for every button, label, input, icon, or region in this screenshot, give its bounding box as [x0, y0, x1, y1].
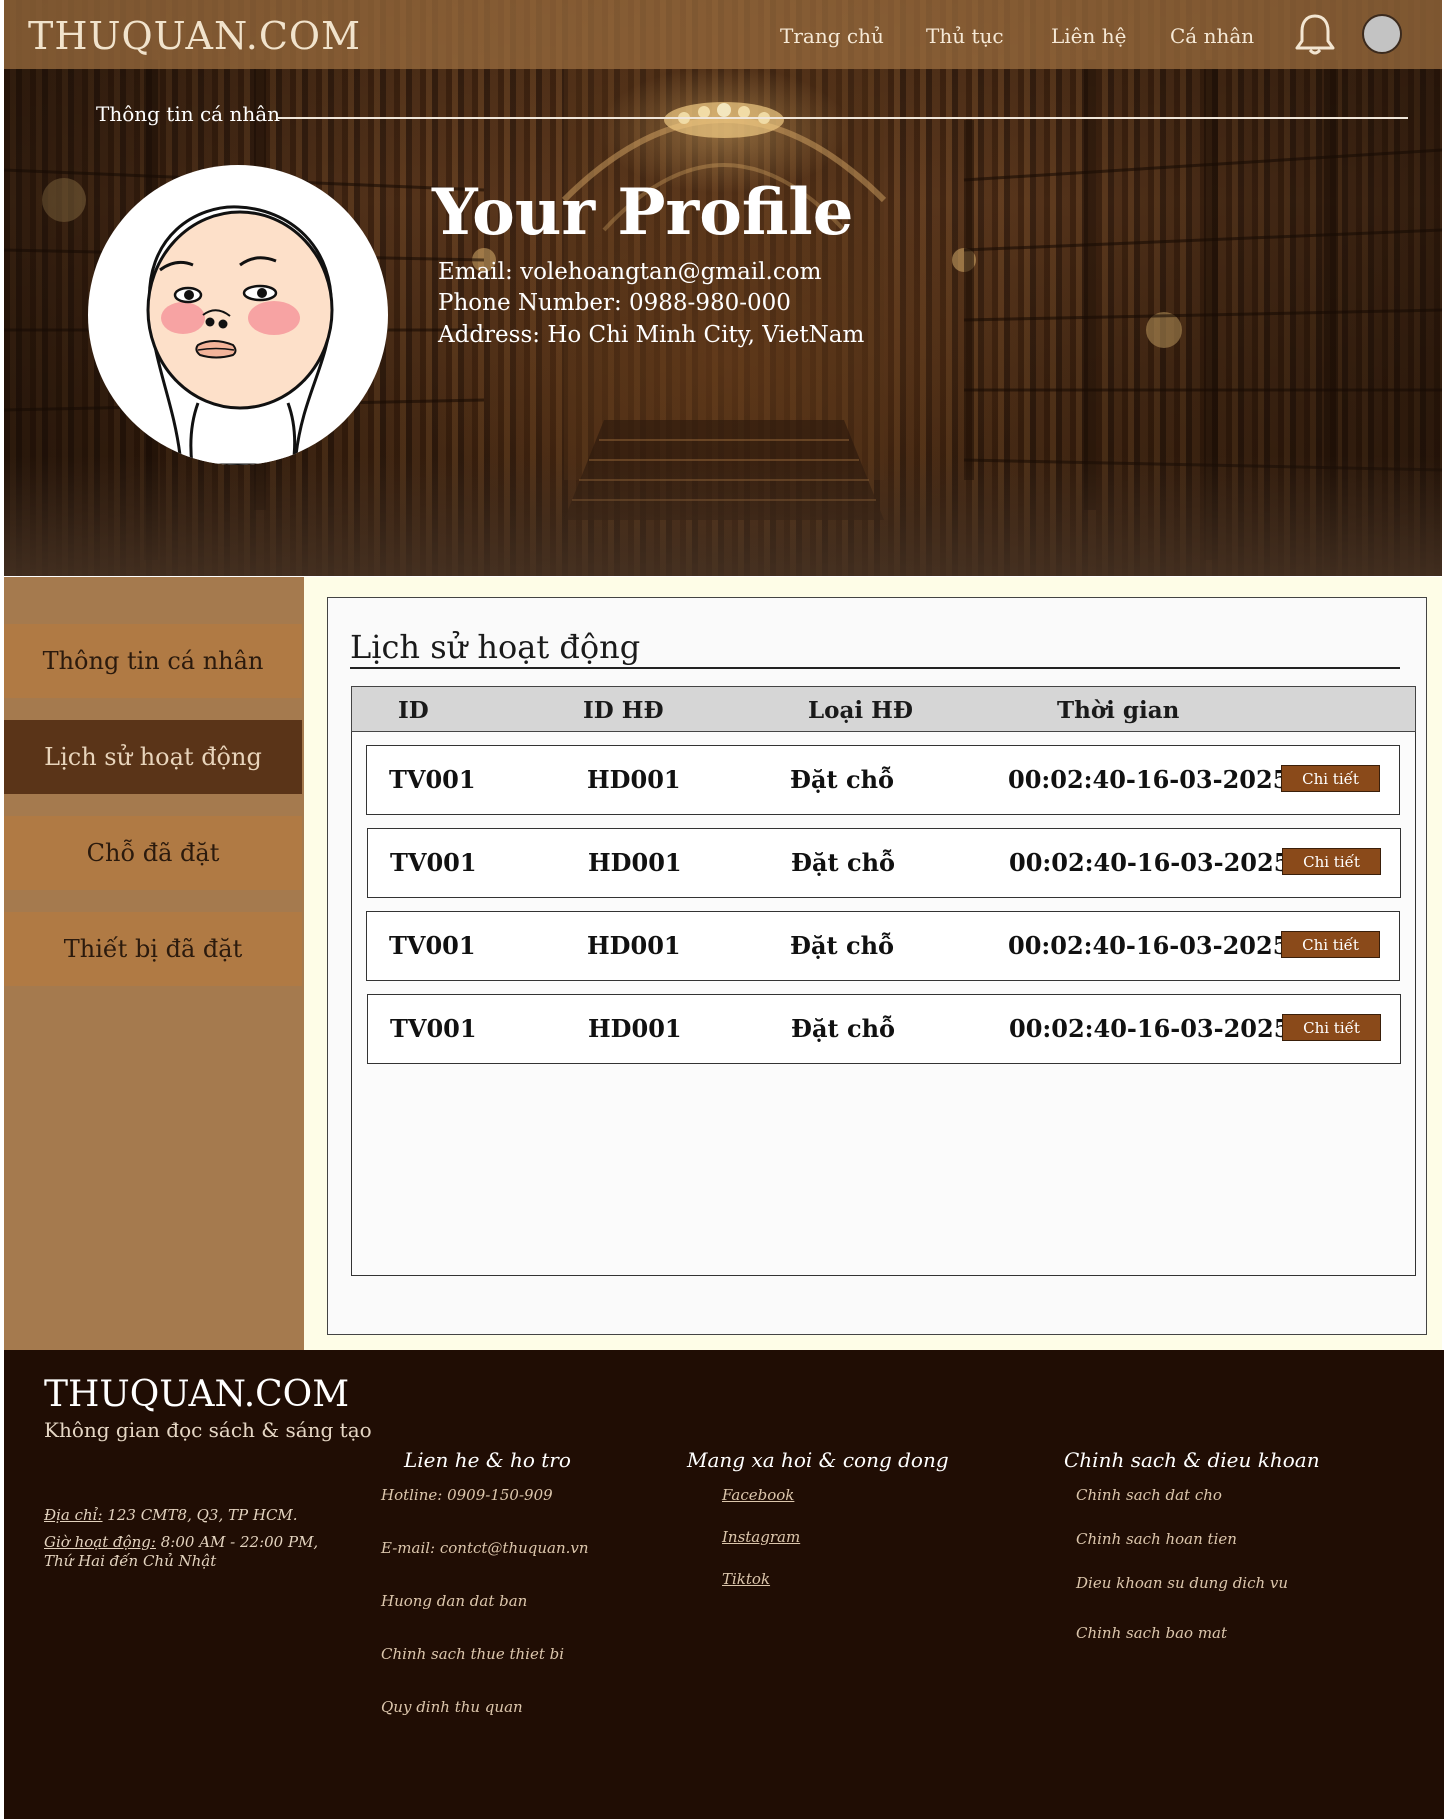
- footer-link-table-guide[interactable]: Huong dan dat ban: [381, 1592, 527, 1610]
- hours-value: 8:00 AM - 22:00 PM,: [155, 1533, 319, 1551]
- profile-email: Email: volehoangtan@gmail.com: [438, 259, 822, 285]
- footer-heading-contact: Lien he & ho tro: [404, 1448, 571, 1472]
- footer-link-booking-policy[interactable]: Chinh sach dat cho: [1076, 1486, 1222, 1504]
- row-contract-type: Đặt chỗ: [791, 1014, 896, 1043]
- row-contract-id: HD001: [588, 848, 682, 877]
- row-id: TV001: [390, 1014, 477, 1043]
- footer-logo: THUQUAN.COM: [44, 1374, 350, 1415]
- row-id: TV001: [390, 848, 477, 877]
- row-contract-type: Đặt chỗ: [791, 848, 896, 877]
- sidebar-item-booked-devices[interactable]: Thiết bị đã đặt: [4, 912, 302, 986]
- row-time: 00:02:40-16-03-2025: [1009, 848, 1291, 877]
- footer-link-library-rules[interactable]: Quy dinh thu quan: [381, 1698, 523, 1716]
- nav-link-contact[interactable]: Liên hệ: [1051, 24, 1126, 48]
- footer-tagline: Không gian đọc sách & sáng tạo: [44, 1418, 372, 1442]
- nav-link-home[interactable]: Trang chủ: [780, 24, 884, 48]
- row-contract-id: HD001: [587, 931, 681, 960]
- profile-title: Your Profile: [432, 175, 854, 250]
- column-header-contract-type: Loại HĐ: [808, 697, 913, 724]
- sidebar-item-booked-seats[interactable]: Chỗ đã đặt: [4, 816, 302, 890]
- section-divider: [278, 117, 1408, 119]
- nav-link-procedures[interactable]: Thủ tục: [926, 24, 1004, 48]
- user-avatar[interactable]: [1362, 14, 1402, 54]
- cartoon-face-illustration: [146, 205, 334, 465]
- activity-title: Lịch sử hoạt động: [350, 628, 641, 666]
- detail-button[interactable]: Chi tiết: [1281, 931, 1380, 958]
- footer-hours-days: Thứ Hai đến Chủ Nhật: [44, 1552, 217, 1570]
- nav-link-personal[interactable]: Cá nhân: [1170, 24, 1254, 48]
- detail-button[interactable]: Chi tiết: [1282, 1014, 1381, 1041]
- footer-address: Địa chỉ: 123 CMT8, Q3, TP HCM.: [44, 1506, 298, 1524]
- footer-link-tiktok[interactable]: Tiktok: [722, 1570, 770, 1588]
- sidebar-item-activity-history[interactable]: Lịch sử hoạt động: [4, 720, 302, 794]
- row-contract-type: Đặt chỗ: [790, 765, 895, 794]
- row-time: 00:02:40-16-03-2025: [1008, 931, 1290, 960]
- profile-avatar: [88, 165, 388, 465]
- detail-button[interactable]: Chi tiết: [1281, 765, 1380, 792]
- footer-hours: Giờ hoạt động: 8:00 AM - 22:00 PM,: [44, 1533, 318, 1551]
- footer-link-equipment-policy[interactable]: Chinh sach thue thiet bi: [381, 1645, 564, 1663]
- column-header-time: Thời gian: [1057, 697, 1180, 724]
- footer-heading-policy: Chinh sach & dieu khoan: [1064, 1448, 1320, 1472]
- row-id: TV001: [389, 765, 476, 794]
- title-underline: [350, 667, 1400, 669]
- column-header-contract-id: ID HĐ: [583, 697, 664, 724]
- row-time: 00:02:40-16-03-2025: [1008, 765, 1290, 794]
- footer-email: E-mail: contct@thuquan.vn: [381, 1539, 589, 1557]
- detail-button[interactable]: Chi tiết: [1282, 848, 1381, 875]
- row-contract-id: HD001: [587, 765, 681, 794]
- footer-heading-social: Mang xa hoi & cong dong: [687, 1448, 949, 1472]
- footer-link-instagram[interactable]: Instagram: [722, 1528, 800, 1546]
- profile-phone: Phone Number: 0988-980-000: [438, 290, 791, 316]
- footer-link-privacy[interactable]: Chinh sach bao mat: [1076, 1624, 1227, 1642]
- sidebar-item-personal-info[interactable]: Thông tin cá nhân: [4, 624, 302, 698]
- footer-link-facebook[interactable]: Facebook: [722, 1486, 794, 1504]
- bell-icon[interactable]: [1294, 12, 1336, 56]
- row-id: TV001: [389, 931, 476, 960]
- footer-hotline: Hotline: 0909-150-909: [381, 1486, 553, 1504]
- site-logo[interactable]: THUQUAN.COM: [28, 14, 361, 58]
- address-value: 123 CMT8, Q3, TP HCM.: [102, 1506, 298, 1524]
- row-contract-id: HD001: [588, 1014, 682, 1043]
- row-time: 00:02:40-16-03-2025: [1009, 1014, 1291, 1043]
- footer-link-refund-policy[interactable]: Chinh sach hoan tien: [1076, 1530, 1237, 1548]
- address-label: Địa chỉ:: [44, 1506, 103, 1524]
- column-header-id: ID: [398, 697, 429, 724]
- hours-label: Giờ hoạt động:: [44, 1533, 156, 1551]
- row-contract-type: Đặt chỗ: [790, 931, 895, 960]
- footer-link-terms[interactable]: Dieu khoan su dung dich vu: [1076, 1574, 1288, 1592]
- section-label: Thông tin cá nhân: [96, 102, 281, 126]
- profile-address: Address: Ho Chi Minh City, VietNam: [438, 322, 865, 348]
